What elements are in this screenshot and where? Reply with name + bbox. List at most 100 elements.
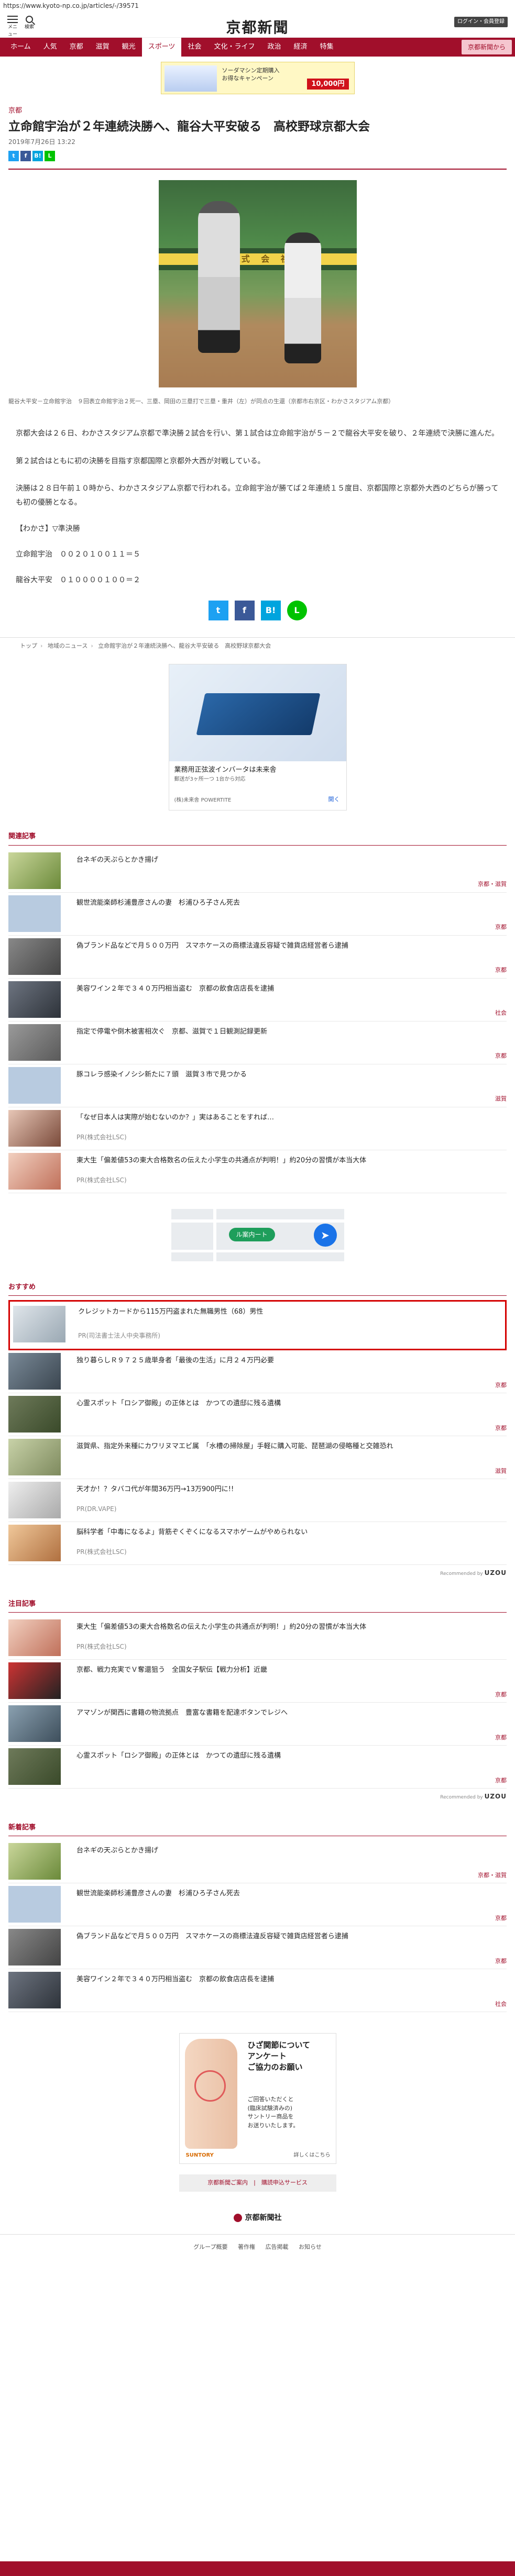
nav-item-society[interactable]: 社会 [181,38,207,57]
list-item[interactable]: 偽ブランド品などで月５００万円 スマホケースの商標法違反容疑で雑貨店経営者ら逮捕… [8,936,507,979]
inverter-ad[interactable]: 業務用正弦波インバータは未来舎 郵送が3ヶ所一つ 1台から対応 (株)未来舎 P… [168,664,347,811]
item-tag[interactable]: 京都 [495,1691,507,1700]
nav-item-notice[interactable]: 京都新聞から [461,40,512,54]
thumbnail [8,1067,61,1104]
score-line: 龍谷大平安 ０１００００１００＝２ [16,575,140,584]
list-item[interactable]: 滋賀県、指定外来種にカワリヌマエビ属 「水槽の掃除屋」手軽に購入可能、琵琶湖の侵… [8,1436,507,1480]
hatena-icon[interactable]: B! [32,150,43,161]
list-item[interactable]: 東大生「偏差値53の東大合格数名の伝えた小学生の共通点が判明！」約20分の習慣が… [8,1150,507,1193]
footer-nav-item[interactable]: 著作権 [238,2244,255,2250]
footer-nav-item[interactable]: お知らせ [299,2244,322,2250]
route-button[interactable]: ル案内ート [228,1227,275,1241]
article-date: 2019年7月26日 13:22 [8,138,75,146]
line-icon[interactable]: L [45,150,55,161]
item-tag[interactable]: 京都 [495,966,507,975]
nav-item-tourism[interactable]: 観光 [116,38,142,57]
item-tag[interactable]: 京都 [495,1957,507,1966]
item-title: 台ネギの天ぷらとかき揚げ [76,856,159,864]
ad-headline: ひざ関節について アンケート ご協力のお願い [247,2040,311,2072]
thumbnail [8,1843,61,1880]
nav-item-kyoto[interactable]: 京都 [63,38,90,57]
breadcrumb-item[interactable]: 地域のニュース [48,642,87,649]
nav-item-shiga[interactable]: 滋賀 [90,38,116,57]
list-item[interactable]: 東大生「偏差値53の東大合格数名の伝えた小学生の共通点が判明！」約20分の習慣が… [8,1617,507,1660]
thumbnail [8,1972,61,2009]
list-item[interactable]: 脳科学者「中毒になるよ」背筋ぞくぞくになるスマホゲームがやめられない PR(株式会… [8,1522,507,1565]
item-tag[interactable]: 滋賀 [495,1467,507,1476]
list-item[interactable]: 「なぜ日本人は実際が始むないのか？」実はあることをすれば… PR(株式会社LSC) [8,1107,507,1150]
item-tag[interactable]: 京都 [495,923,507,932]
article-photo[interactable]: お 式 会 社 [158,180,357,387]
list-item[interactable]: 豚コレラ感染イノシシ新たに７頭 滋賀３市で見つかる 滋賀 [8,1064,507,1107]
footer-nav-item[interactable]: 広告掲載 [266,2244,289,2250]
item-tag[interactable]: 京都 [495,1424,507,1433]
nav-item-sports[interactable]: スポーツ [141,38,182,57]
footer-logo[interactable]: 京都新聞社 [0,2213,515,2224]
twitter-icon[interactable]: t [208,600,228,620]
list-item[interactable]: 偽ブランド品などで月５００万円 スマホケースの商標法違反容疑で雑貨店経営者ら逮捕… [8,1926,507,1970]
list-item[interactable]: 美容ワイン２年で３４０万円相当盗む 京都の飲食店店長を逮捕 社会 [8,1969,507,2013]
list-item[interactable]: 独り暮らしＲ９７２５歳単身者「最後の生活」に月２４万円必要 京都 [8,1350,507,1394]
item-tag[interactable]: 京都 [495,1052,507,1061]
item-tag[interactable]: 京都 [495,1734,507,1742]
top-banner-ad[interactable]: ソーダマシン定期購入 お得なキャンペーン 10,000円 [160,62,355,94]
nav-item-politics[interactable]: 政治 [261,38,287,57]
item-tag[interactable]: 京都 [495,1776,507,1785]
breadcrumb-item[interactable]: トップ [20,642,37,649]
recommended-by[interactable]: Recommended by UZOU [0,1565,515,1578]
line-icon[interactable]: L [287,600,307,620]
ad-knee-marker [194,2070,226,2102]
site-logo[interactable]: 京都新聞 [0,17,515,39]
ad-subtitle: 郵送が3ヶ所一つ 1台から対応 [174,776,246,783]
footer-links[interactable]: 京都新聞ご案内 | 購読申込サービス [179,2174,336,2192]
list-item[interactable]: 心霊スポット「ロシア御殿」の正体とは かつての遺邸に残る遺構 京都 [8,1746,507,1789]
list-item[interactable]: 指定で停電や倒木被害相次ぐ 京都、滋賀で１日観測記録更新 京都 [8,1021,507,1064]
list-item[interactable]: アマゾンが関西に書籍の物流拠点 豊富な書籍を配達ボタンでレジへ 京都 [8,1703,507,1746]
directions-icon[interactable]: ➤ [313,1223,337,1247]
list-item[interactable]: 台ネギの天ぷらとかき揚げ京都・滋賀 [8,1840,507,1884]
nav-item-popular[interactable]: 人気 [37,38,63,57]
site-header: メニュー 検索 京都新聞 ログイン・会員登録 [0,12,515,38]
hatena-icon[interactable]: B! [260,600,281,620]
list-item[interactable]: 心霊スポット「ロシア御殿」の正体とは かつての遺邸に残る遺構 京都 [8,1393,507,1437]
item-tag[interactable]: 京都 [495,1381,507,1390]
suntory-ad[interactable]: ひざ関節について アンケート ご協力のお願い ご回答いただくと (臨床試験済みの… [179,2033,336,2164]
footer-nav: グループ概要 著作権 広告掲載 お知らせ [0,2234,515,2258]
list-item[interactable]: 美容ワイン２年で３４０万円相当盗む 京都の飲食店店長を逮捕社会 [8,979,507,1021]
item-title: 天才か！？タバコ代が年間36万円→13万900円に!! [76,1485,234,1494]
item-tag[interactable]: 滋賀 [495,1095,507,1104]
list-item[interactable]: 観世流能楽師杉浦豊彦さんの妻 杉浦ひろ子さん死去 京都 [8,1883,507,1927]
nav-item-home[interactable]: ホーム [4,38,37,57]
map-ad[interactable]: ル案内ート ➤ [171,1208,344,1261]
footer-nav-item[interactable]: グループ概要 [193,2244,227,2250]
item-tag[interactable]: 京都・滋賀 [478,880,507,889]
list-item[interactable]: 台ネギの天ぷらとかき揚げ京都・滋賀 [8,850,507,893]
item-tag[interactable]: 京都・滋賀 [478,1871,507,1880]
item-tag[interactable]: 社会 [495,2000,507,2009]
item-title: 美容ワイン２年で３４０万円相当盗む 京都の飲食店店長を逮捕 [76,984,275,993]
nav-item-culture[interactable]: 文化・ライフ [207,38,261,57]
item-tag[interactable]: 京都 [495,1914,507,1923]
list-item[interactable]: クレジットカードから115万円盗まれた無職男性（68）男性 PR(司法書士法人中央… [8,1300,507,1351]
item-tag[interactable]: 社会 [495,1009,507,1018]
facebook-icon[interactable]: f [234,600,255,620]
twitter-icon[interactable]: t [8,150,19,161]
article-section[interactable]: 京都 [0,106,515,116]
list-item[interactable]: 天才か！？タバコ代が年間36万円→13万900円に!! PR(DR.VAPE) [8,1479,507,1523]
nav-item-features[interactable]: 特集 [314,38,340,57]
list-item[interactable]: 京都、戦力充実でＶ奪還狙う 全国女子駅伝【戦力分析】近畿 京都 [8,1660,507,1703]
ad-sponsor: (株)未来舎 POWERTITE [174,797,232,804]
login-button[interactable]: ログイン・会員登録 [454,17,508,27]
recommended-by[interactable]: Recommended by UZOU [0,1789,515,1802]
ad-text: ソーダマシン定期購入 お得なキャンペーン [222,67,280,82]
list-item[interactable]: 観世流能楽師杉浦豊彦さんの妻 杉浦ひろ子さん死去 京都 [8,893,507,936]
thumbnail [8,1662,61,1700]
ad-open-button[interactable]: 開く [328,795,340,804]
ad-more-link[interactable]: 詳しくはこちら [294,2151,331,2159]
photo-signboard: お 式 会 社 [158,253,357,265]
ad-title: 業務用正弦波インバータは未来舎 [174,766,277,774]
item-title: 台ネギの天ぷらとかき揚げ [76,1847,159,1855]
facebook-icon[interactable]: f [20,150,31,161]
browser-url[interactable]: https://www.kyoto-np.co.jp/articles/-/39… [0,0,515,12]
nav-item-economy[interactable]: 経済 [287,38,313,57]
